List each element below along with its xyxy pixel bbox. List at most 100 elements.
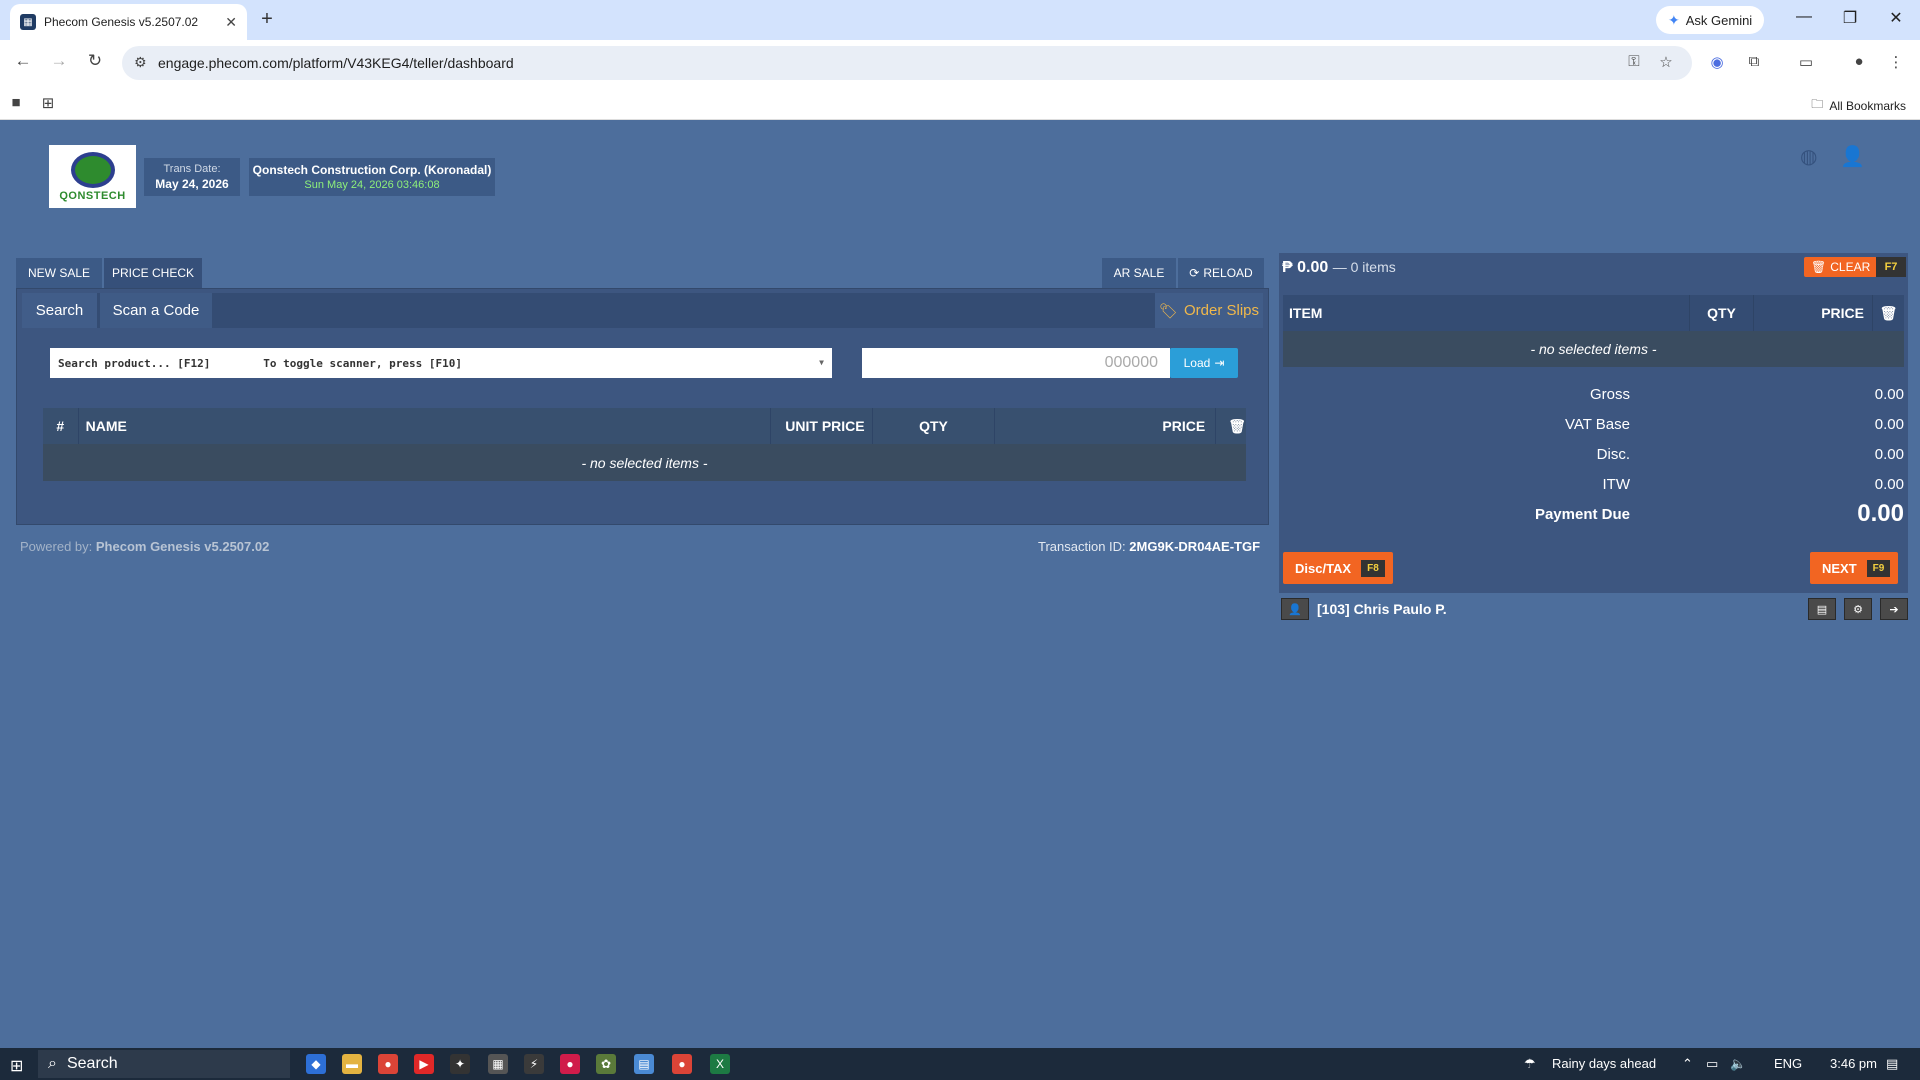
order-slips-button[interactable]: 🏷 Order Slips — [1155, 293, 1263, 328]
extension-icon[interactable]: ◉ — [1707, 53, 1727, 71]
sign-in-icon: ⇥ — [1214, 356, 1225, 370]
password-key-icon[interactable]: ⚿ — [1624, 53, 1644, 70]
forward-icon[interactable]: → — [47, 51, 71, 71]
clock[interactable]: 3:46 pm — [1830, 1056, 1877, 1071]
weather-icon[interactable]: ☂ — [1524, 1056, 1536, 1072]
youtube-icon[interactable]: ▶ — [414, 1054, 434, 1074]
file-explorer-icon[interactable]: ▬ — [342, 1054, 362, 1074]
app-leaf-icon[interactable]: ✿ — [596, 1054, 616, 1074]
payment-due-value: 0.00 — [1857, 500, 1904, 527]
gear-icon[interactable]: ⚙ — [1844, 598, 1872, 620]
tray-chevron-icon[interactable]: ⌃ — [1682, 1056, 1693, 1072]
order-slips-label: Order Slips — [1184, 302, 1260, 319]
col-price: PRICE — [995, 408, 1217, 444]
all-bookmarks-label: All Bookmarks — [1829, 98, 1906, 113]
browser-toolbar: ← → ↻ ⚙ engage.phecom.com/platform/V43KE… — [0, 40, 1920, 86]
tab-search-icon[interactable]: ■ — [6, 94, 26, 111]
excel-icon[interactable]: X — [710, 1054, 730, 1074]
cart-panel: ₱ 0.00 — 0 items 🗑 CLEAR F7 ITEM QTY PRI… — [1279, 253, 1908, 593]
user-icon[interactable]: 👤 — [1840, 144, 1865, 169]
taskbar-search-label: Search — [66, 1055, 118, 1072]
trash-icon[interactable]: 🗑 — [1228, 408, 1246, 444]
col-name: NAME — [79, 408, 771, 444]
bookmark-star-icon[interactable]: ☆ — [1656, 53, 1676, 71]
ar-sale-button[interactable]: AR SALE — [1102, 258, 1176, 288]
browser-tab[interactable]: ▦ Phecom Genesis v5.2507.02 ✕ — [10, 4, 247, 40]
chrome-icon[interactable]: ● — [378, 1054, 398, 1074]
load-button[interactable]: Load ⇥ — [1170, 348, 1238, 378]
cast-icon[interactable]: ▭ — [1796, 53, 1816, 71]
dropdown-arrow-icon[interactable]: ▼ — [819, 358, 824, 367]
profile-avatar-icon[interactable]: ● — [1849, 53, 1869, 70]
trash-icon[interactable]: 🗑 — [1873, 295, 1904, 331]
media-player-icon[interactable]: ● — [560, 1054, 580, 1074]
arrow-circle-icon[interactable]: ➔ — [1880, 598, 1908, 620]
sale-items-table: # NAME UNIT PRICE QTY PRICE 🗑 - no selec… — [43, 408, 1246, 481]
tab-price-check[interactable]: PRICE CHECK — [104, 258, 202, 288]
reload-label: RELOAD — [1203, 266, 1253, 280]
tab-scan-code[interactable]: Scan a Code — [100, 293, 212, 328]
search-placeholder: Search product... [F12] To toggle scanne… — [58, 356, 462, 370]
current-datetime: Sun May 24, 2026 03:46:08 — [304, 179, 440, 191]
clear-label: CLEAR — [1830, 260, 1871, 274]
globe-icon[interactable]: ◍ — [1800, 144, 1817, 169]
summary-label: Gross — [1589, 385, 1630, 403]
notification-icon[interactable]: ▤ — [1886, 1056, 1898, 1072]
app-favicon-icon: ▦ — [20, 14, 36, 30]
copilot-icon[interactable]: ◆ — [306, 1054, 326, 1074]
minimize-icon[interactable]: — — [1794, 8, 1814, 26]
disc-tax-button[interactable]: Disc/TAX F8 — [1283, 552, 1393, 584]
clear-button[interactable]: 🗑 CLEAR — [1804, 257, 1878, 277]
speaker-icon[interactable]: 🔈 — [1730, 1056, 1746, 1072]
code-input[interactable]: 000000 — [862, 348, 1170, 378]
ask-gemini-label: Ask Gemini — [1685, 12, 1753, 28]
address-bar[interactable]: ⚙ engage.phecom.com/platform/V43KEG4/tel… — [122, 46, 1692, 80]
close-tab-icon[interactable]: ✕ — [225, 14, 237, 31]
search-subtabs: Search Scan a Code 🏷 Order Slips — [22, 293, 1263, 328]
company-card: Qonstech Construction Corp. (Koronadal) … — [249, 158, 495, 196]
tab-new-sale[interactable]: NEW SALE — [16, 258, 102, 288]
trash-icon: 🗑 — [1811, 260, 1827, 274]
close-window-icon[interactable]: ✕ — [1886, 8, 1906, 28]
chrome-active-icon[interactable]: ● — [672, 1054, 692, 1074]
menu-kebab-icon[interactable]: ⋮ — [1886, 53, 1906, 71]
trans-date-label: Trans Date: — [163, 163, 221, 175]
apps-grid-icon[interactable]: ⊞ — [38, 94, 58, 112]
summary-row: Disc. 0.00 — [1283, 439, 1904, 469]
logo-wordmark: QONSTECH — [59, 189, 126, 202]
trans-date-value: May 24, 2026 — [155, 177, 229, 191]
user-icon[interactable]: 👤 — [1281, 598, 1309, 620]
refresh-icon[interactable]: ↻ — [83, 51, 107, 71]
tab-search[interactable]: Search — [22, 293, 97, 328]
search-icon: ⌕ — [48, 1055, 57, 1072]
new-tab-button[interactable]: + — [255, 8, 279, 31]
language-indicator[interactable]: ENG — [1774, 1056, 1802, 1071]
network-icon[interactable]: ▭ — [1706, 1056, 1718, 1072]
reload-button[interactable]: ⟳ RELOAD — [1178, 258, 1264, 288]
restore-icon[interactable]: ❐ — [1840, 8, 1860, 28]
all-bookmarks[interactable]: 🗀 All Bookmarks — [1811, 95, 1906, 116]
ask-gemini-button[interactable]: ✦ Ask Gemini — [1656, 6, 1765, 34]
product-search-input[interactable]: Search product... [F12] To toggle scanne… — [50, 348, 832, 378]
calculator-icon[interactable]: ▦ — [488, 1054, 508, 1074]
windows-start-icon[interactable]: ⊞ — [10, 1056, 23, 1076]
back-icon[interactable]: ← — [11, 51, 35, 71]
col-unit-price: UNIT PRICE — [771, 408, 873, 444]
extensions-puzzle-icon[interactable]: ⧉ — [1744, 53, 1764, 70]
col-price: PRICE — [1754, 295, 1873, 331]
app-bolt-icon[interactable]: ⚡ — [524, 1054, 544, 1074]
document-icon[interactable]: ▤ — [1808, 598, 1836, 620]
next-button[interactable]: NEXT F9 — [1810, 552, 1899, 584]
summary-value: 0.00 — [1874, 445, 1904, 463]
app-star-icon[interactable]: ✦ — [450, 1054, 470, 1074]
taskbar-search[interactable]: ⌕ Search — [38, 1050, 290, 1078]
summary-row: Gross 0.00 — [1283, 379, 1904, 409]
summary-value: 0.00 — [1874, 415, 1904, 433]
summary-label: VAT Base — [1564, 415, 1630, 433]
weather-text[interactable]: Rainy days ahead — [1552, 1056, 1656, 1071]
notepad-icon[interactable]: ▤ — [634, 1054, 654, 1074]
sale-panel: Search Scan a Code 🏷 Order Slips Search … — [16, 288, 1269, 525]
powered-by: Powered by: Phecom Genesis v5.2507.02 — [20, 539, 269, 554]
cart-empty-text: - no selected items - — [1283, 331, 1904, 367]
site-info-icon[interactable]: ⚙ — [134, 54, 147, 71]
